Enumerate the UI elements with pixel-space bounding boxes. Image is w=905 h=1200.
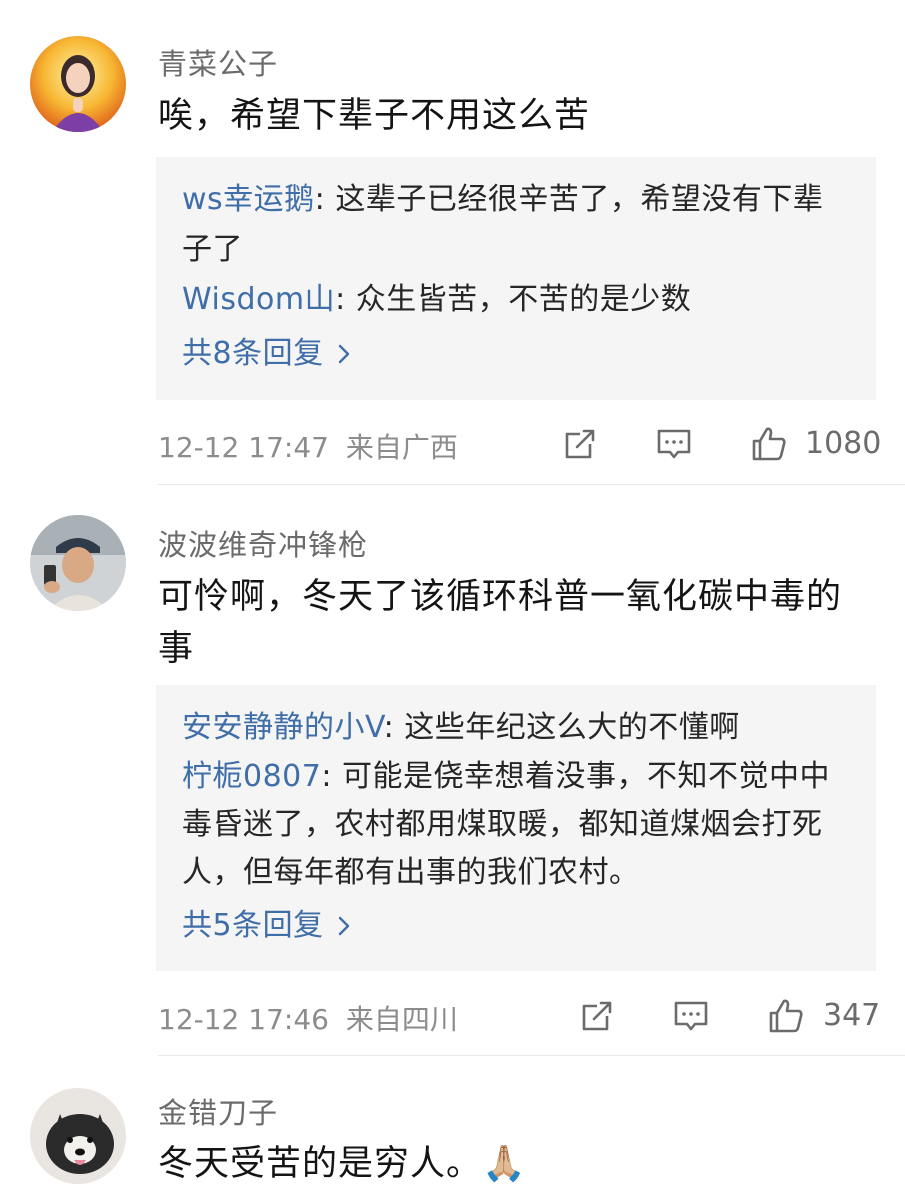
thumbs-up-icon[interactable]	[749, 424, 789, 464]
thumbs-up-icon[interactable]	[766, 996, 806, 1036]
comment-text: 冬天受苦的是穷人。🙏🏼	[158, 1144, 527, 1184]
chevron-right-icon	[338, 344, 349, 364]
like-count: 347	[823, 998, 881, 1033]
timestamp: 12-12 17:46	[158, 1003, 329, 1036]
reply-text: : 众生皆苦，不苦的是少数	[335, 282, 692, 317]
reply-box[interactable]: 安安静静的小V: 这些年纪这么大的不懂啊 柠栀0807: 可能是侥幸想着没事，不…	[156, 685, 876, 971]
reply-item[interactable]: Wisdom山: 众生皆苦，不苦的是少数	[182, 275, 850, 325]
username[interactable]: 金错刀子	[158, 1090, 278, 1132]
avatar[interactable]	[30, 1088, 126, 1184]
avatar[interactable]	[30, 515, 126, 611]
more-replies-link[interactable]: 共5条回复	[182, 897, 850, 955]
username[interactable]: 波波维奇冲锋枪	[158, 522, 368, 564]
avatar[interactable]	[30, 36, 126, 132]
comment-2: 波波维奇冲锋枪 可怜啊，冬天了该循环科普一氧化碳中毒的事 安安静静的小V: 这些…	[0, 485, 905, 1056]
more-replies-label[interactable]: 共8条回复	[182, 325, 324, 383]
location: 来自广西	[345, 431, 458, 464]
reply-username[interactable]: ws幸运鹅	[182, 182, 315, 217]
comment-3: 金错刀子 冬天受苦的是穷人。🙏🏼	[0, 1056, 905, 1200]
action-bar: 347	[577, 996, 881, 1040]
location: 来自四川	[345, 1003, 458, 1036]
comment-meta: 12-12 17:46 来自四川	[158, 998, 458, 1038]
username[interactable]: 青菜公子	[158, 41, 278, 83]
comment-meta: 12-12 17:47 来自广西	[158, 426, 458, 466]
share-icon[interactable]	[577, 996, 617, 1036]
action-bar: 1080	[560, 424, 882, 468]
reply-item[interactable]: ws幸运鹅: 这辈子已经很辛苦了，希望没有下辈子了	[182, 175, 850, 275]
reply-box[interactable]: ws幸运鹅: 这辈子已经很辛苦了，希望没有下辈子了 Wisdom山: 众生皆苦，…	[156, 157, 876, 400]
reply-username[interactable]: Wisdom山	[182, 282, 335, 317]
share-icon[interactable]	[560, 424, 600, 464]
reply-username[interactable]: 安安静静的小V	[182, 710, 384, 745]
comment-icon[interactable]	[654, 424, 694, 464]
more-replies-link[interactable]: 共8条回复	[182, 325, 850, 383]
like-count: 1080	[805, 426, 882, 461]
more-replies-label[interactable]: 共5条回复	[182, 897, 324, 955]
comment-icon[interactable]	[671, 996, 711, 1036]
chevron-right-icon	[338, 916, 349, 936]
timestamp: 12-12 17:47	[158, 431, 329, 464]
comment-text: 可怜啊，冬天了该循环科普一氧化碳中毒的事	[158, 577, 843, 669]
reply-username[interactable]: 柠栀0807	[182, 759, 321, 794]
reply-item[interactable]: 安安静静的小V: 这些年纪这么大的不懂啊	[182, 703, 850, 753]
comment-1: 青菜公子 唉，希望下辈子不用这么苦 ws幸运鹅: 这辈子已经很辛苦了，希望没有下…	[0, 0, 905, 485]
reply-text: : 这些年纪这么大的不懂啊	[383, 710, 740, 745]
reply-item[interactable]: 柠栀0807: 可能是侥幸想着没事，不知不觉中中毒昏迷了，农村都用煤取暖，都知道…	[182, 753, 850, 897]
comment-text: 唉，希望下辈子不用这么苦	[158, 96, 591, 136]
